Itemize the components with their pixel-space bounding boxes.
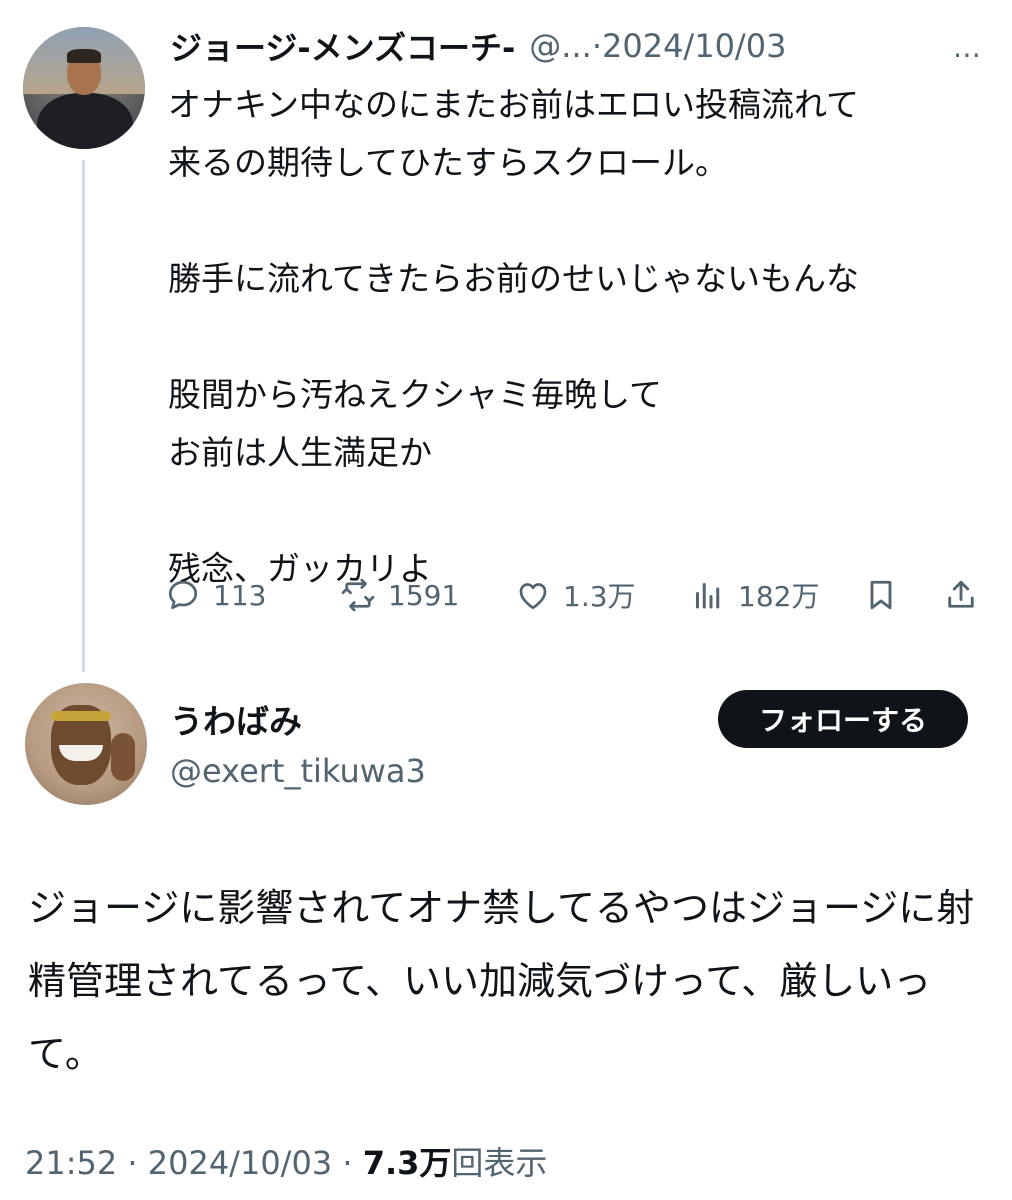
follow-button[interactable]: フォローする bbox=[718, 690, 968, 748]
reply-icon bbox=[168, 580, 198, 610]
share-button[interactable] bbox=[943, 570, 979, 620]
tweet-time[interactable]: 21:52 bbox=[25, 1144, 117, 1182]
avatar-jacket bbox=[37, 93, 133, 149]
view-count: 7.3万 bbox=[362, 1144, 452, 1182]
heart-icon bbox=[519, 583, 547, 610]
parent-tweet-header: ジョージ-メンズコーチ- @... · 2024/10/03 bbox=[170, 24, 990, 68]
reply-button[interactable]: 113 bbox=[165, 570, 266, 620]
views-count: 182万 bbox=[738, 580, 820, 613]
reply-author-handle[interactable]: @exert_tikuwa3 bbox=[170, 752, 426, 790]
tweet-action-bar: 113 1591 1.3万 182万 bbox=[165, 570, 987, 620]
avatar-character-thumb bbox=[111, 733, 135, 781]
bookmark-button[interactable] bbox=[863, 570, 899, 620]
like-count: 1.3万 bbox=[563, 580, 636, 613]
reply-count: 113 bbox=[213, 578, 267, 612]
meta-separator-1: · bbox=[117, 1144, 148, 1182]
author-display-name[interactable]: ジョージ-メンズコーチ- bbox=[170, 23, 515, 69]
repost-button[interactable]: 1591 bbox=[340, 570, 459, 620]
reply-author-avatar[interactable] bbox=[25, 683, 147, 805]
reply-author-display-name[interactable]: うわばみ bbox=[170, 695, 302, 743]
tweet-meta: 21:52 · 2024/10/03 · 7.3万回表示 bbox=[25, 1138, 547, 1184]
avatar-hair bbox=[67, 49, 101, 63]
separator-dot: · bbox=[591, 27, 602, 65]
analytics-icon bbox=[696, 583, 720, 609]
share-icon bbox=[948, 580, 974, 608]
meta-separator-2: · bbox=[332, 1144, 363, 1182]
tweet-full-date[interactable]: 2024/10/03 bbox=[148, 1144, 332, 1182]
thread-connector bbox=[82, 160, 85, 672]
author-avatar[interactable] bbox=[23, 27, 145, 149]
avatar-character-brow bbox=[51, 711, 111, 721]
reply-tweet-text: ジョージに影響されてオナ禁してるやつはジョージに射精管理されてるって、いい加減気… bbox=[28, 886, 975, 1076]
author-handle[interactable]: @... bbox=[529, 27, 592, 65]
repost-icon bbox=[341, 578, 375, 612]
view-label: 回表示 bbox=[451, 1144, 548, 1182]
tweet-screenshot: ジョージ-メンズコーチ- @... · 2024/10/03 ⋯ オナキン中なの… bbox=[0, 0, 1012, 1200]
views-button[interactable]: 182万 bbox=[690, 570, 819, 620]
repost-count: 1591 bbox=[388, 578, 460, 612]
more-options-icon[interactable]: ⋯ bbox=[953, 38, 982, 71]
parent-tweet-text: オナキン中なのにまたお前はエロい投稿流れて 来るの期待してひたすらスクロール。 … bbox=[168, 85, 860, 588]
tweet-date[interactable]: 2024/10/03 bbox=[602, 27, 786, 65]
bookmark-icon bbox=[870, 580, 892, 610]
like-button[interactable]: 1.3万 bbox=[515, 570, 636, 620]
